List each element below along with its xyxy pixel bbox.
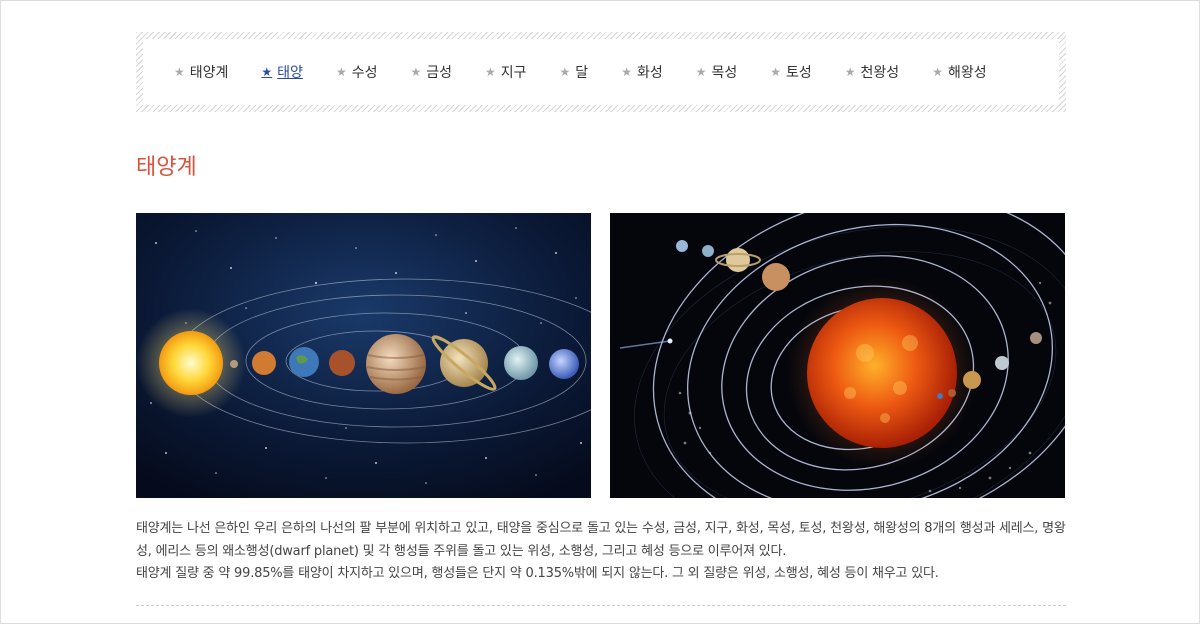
solar-system-row-image [136, 213, 591, 498]
nav-item-label: 태양계 [189, 65, 229, 81]
divider [136, 605, 1066, 606]
nav-item-saturn[interactable]: ★ 토성 [770, 62, 812, 82]
description-paragraph-1: 태양계는 나선 은하인 우리 은하의 나선의 팔 부분에 위치하고 있고, 태양… [136, 521, 1066, 559]
star-icon: ★ [695, 65, 707, 79]
star-icon: ★ [174, 65, 185, 79]
nav-item-earth[interactable]: ★ 지구 [485, 62, 527, 82]
nav-item-label: 천왕성 [860, 65, 900, 81]
nav-list: ★ 태양계 ★ 태양 ★ 수성 ★ 금성 ★ 지구 ★ 달 ★ 화성 ★ 목성 ★ 토성 ★ 천왕성… [143, 39, 1059, 105]
nav-item-mercury[interactable]: ★ 수성 [336, 62, 378, 82]
nav-item-neptune[interactable]: ★ 해왕성 [932, 62, 986, 82]
page-title: 태양계 [136, 155, 197, 180]
star-icon: ★ [485, 65, 496, 79]
star-icon: ★ [410, 65, 422, 79]
nav-item-jupiter[interactable]: ★ 목성 [696, 62, 738, 82]
nav-item-label: 수성 [351, 65, 378, 81]
nav-item-mars[interactable]: ★ 화성 [621, 62, 663, 82]
nav-item-label: 화성 [636, 65, 663, 81]
star-icon: ★ [770, 65, 782, 79]
nav-item-moon[interactable]: ★ 달 [560, 62, 589, 82]
star-icon: ★ [559, 65, 571, 79]
star-icon: ★ [335, 65, 347, 79]
star-icon: ★ [844, 65, 856, 79]
nav-item-label: 목성 [711, 65, 738, 81]
nav-item-label: 토성 [786, 65, 812, 81]
description-paragraph-2: 태양계 질량 중 약 99.85%를 태양이 차지하고 있으며, 행성들은 단지… [136, 566, 939, 581]
nav-item-label: 태양 [277, 65, 303, 81]
nav-frame: ★ 태양계 ★ 태양 ★ 수성 ★ 금성 ★ 지구 ★ 달 ★ 화성 ★ 목성 ★ 토성 ★ 천왕성… [136, 32, 1066, 112]
nav-item-venus[interactable]: ★ 금성 [410, 62, 452, 82]
nav-item-label: 달 [575, 65, 589, 81]
solar-system-orbit-image [610, 213, 1065, 498]
nav-item-label: 해왕성 [947, 65, 987, 81]
star-icon: ★ [932, 65, 943, 79]
nav-container: ★ 태양계 ★ 태양 ★ 수성 ★ 금성 ★ 지구 ★ 달 ★ 화성 ★ 목성 ★ 토성 ★ 천왕성… [136, 32, 1066, 112]
star-icon: ★ [261, 65, 273, 79]
nav-item-uranus[interactable]: ★ 천왕성 [845, 62, 899, 82]
nav-item-solar-system[interactable]: ★ 태양계 [174, 62, 228, 82]
star-icon: ★ [621, 65, 632, 79]
nav-item-sun[interactable]: ★ 태양 [261, 62, 303, 82]
nav-item-label: 지구 [500, 65, 527, 81]
nav-item-label: 금성 [426, 65, 452, 81]
description: 태양계는 나선 은하인 우리 은하의 나선의 팔 부분에 위치하고 있고, 태양… [136, 518, 1071, 586]
